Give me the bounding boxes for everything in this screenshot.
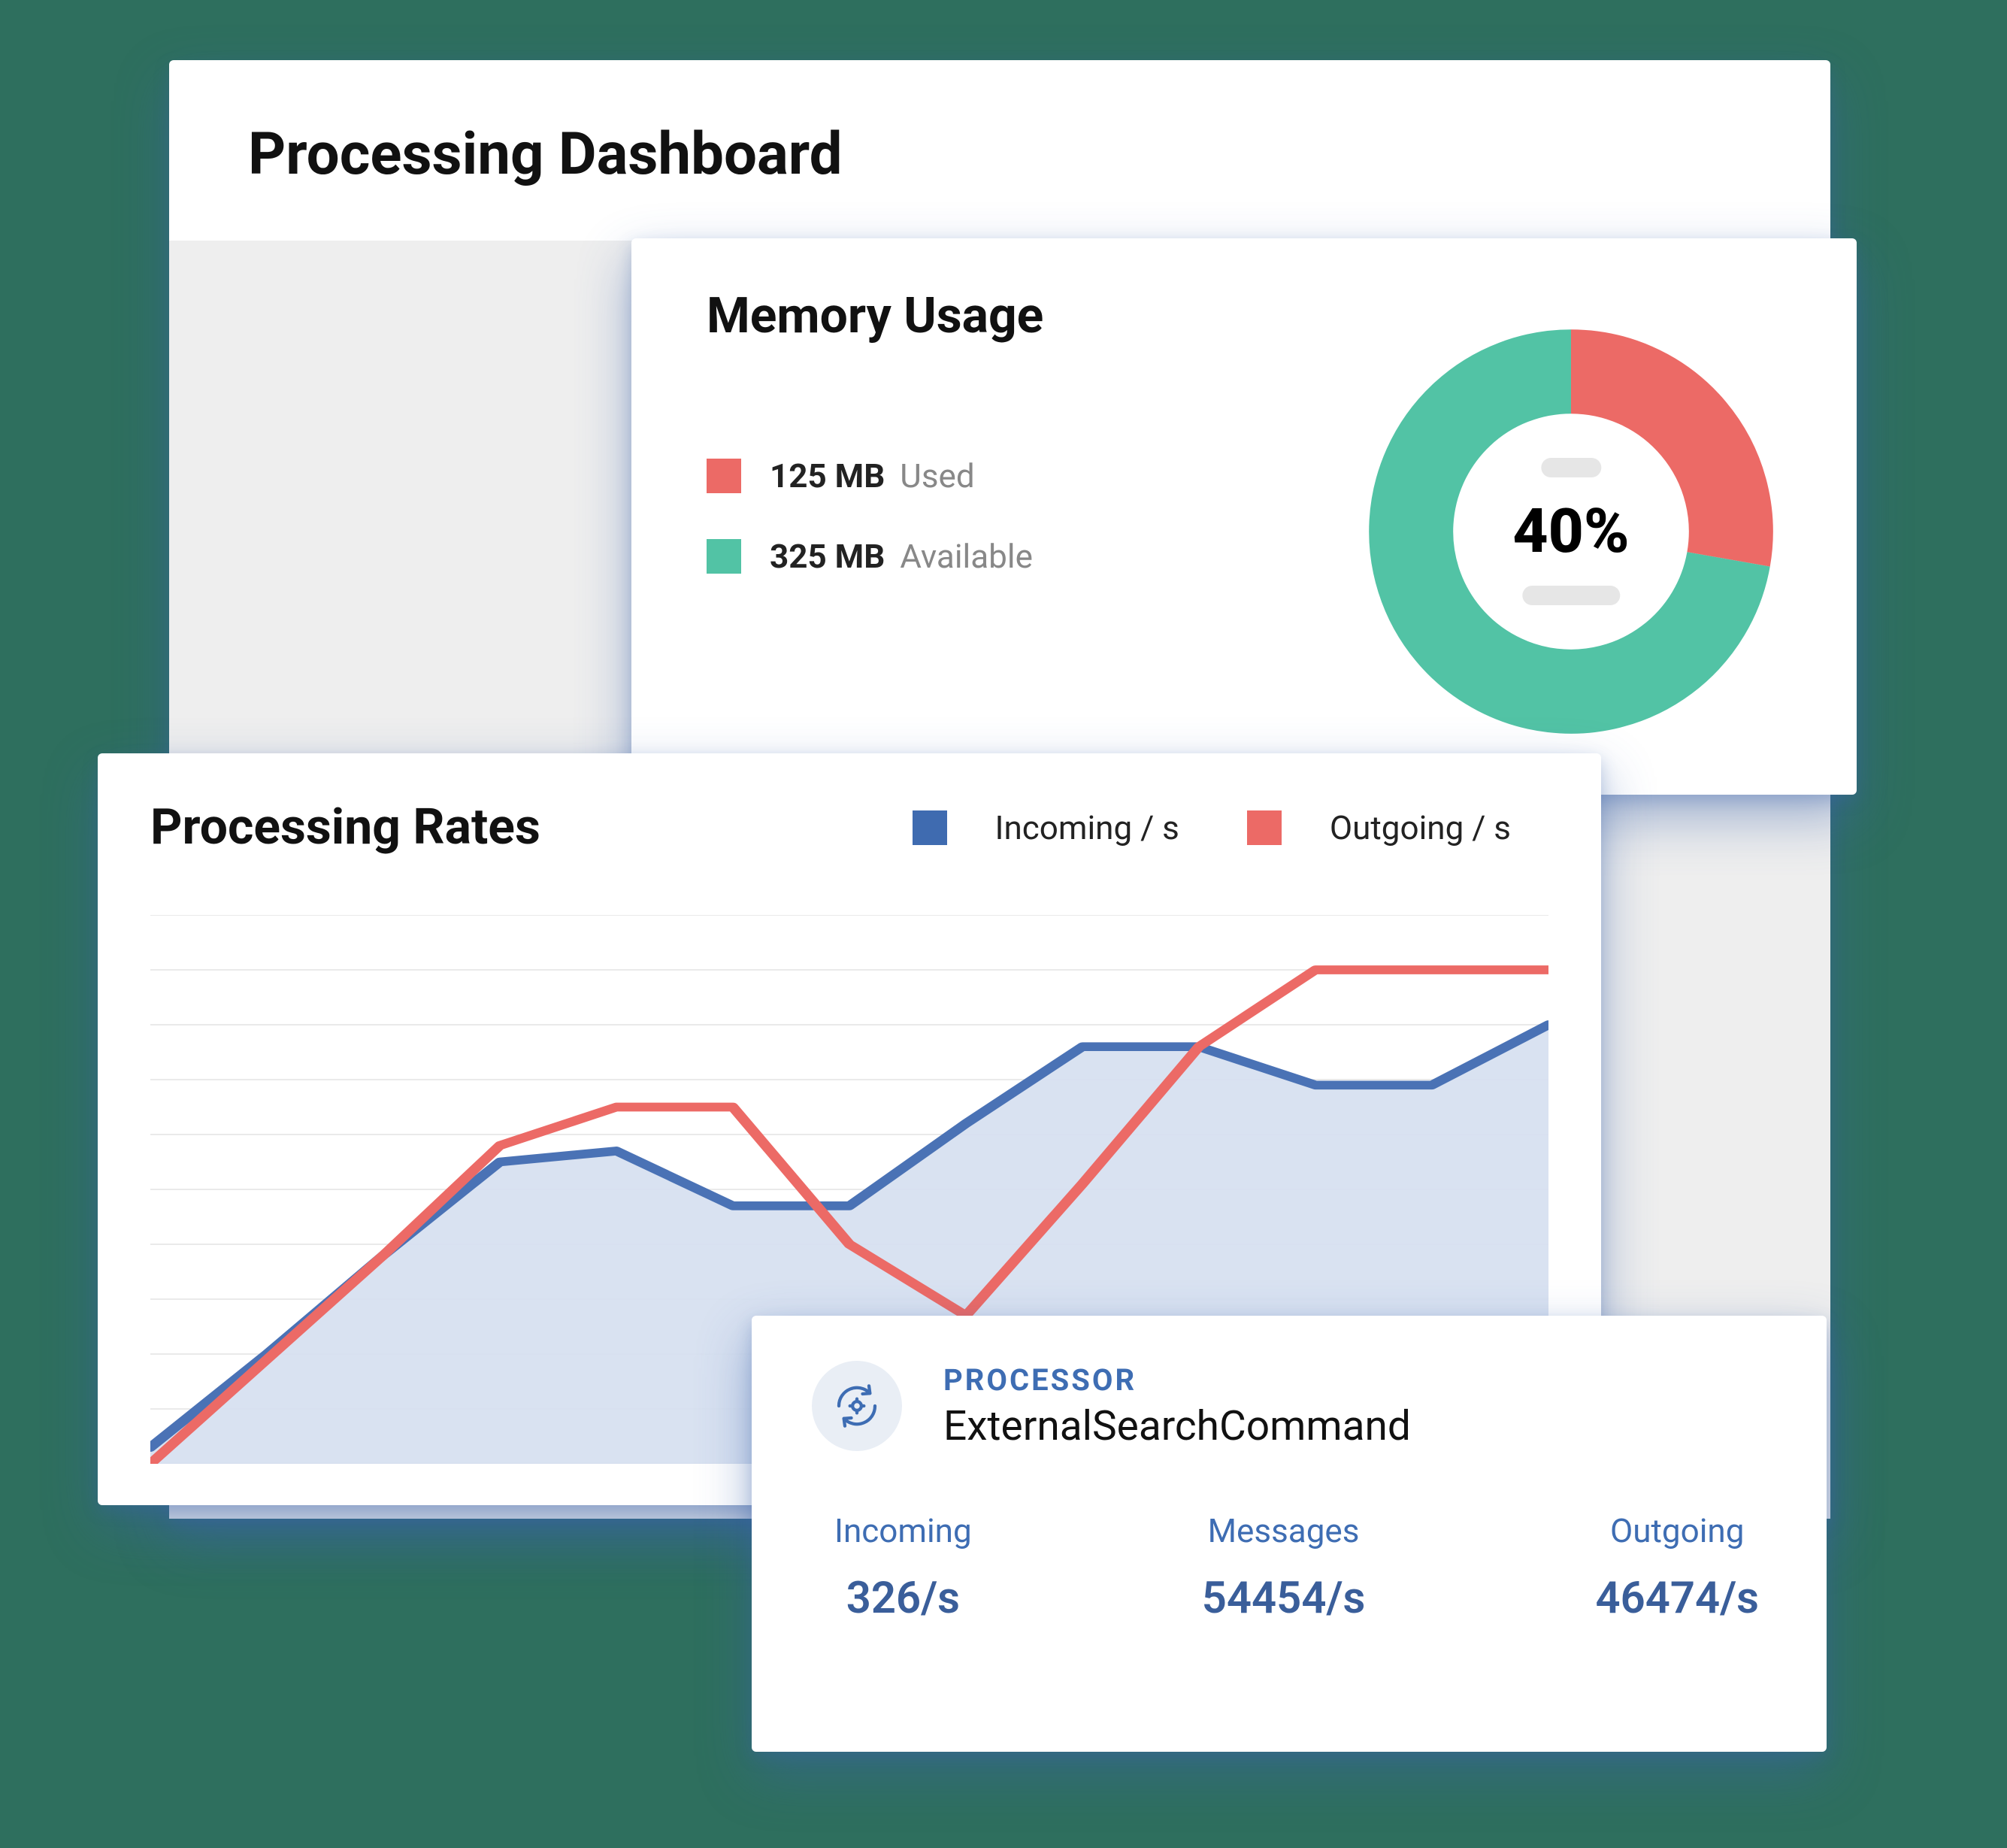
processor-heading: PROCESSOR xyxy=(943,1362,1411,1398)
stat-incoming: Incoming 326/s xyxy=(834,1511,972,1624)
placeholder-bar-icon xyxy=(1541,458,1601,477)
memory-legend-available: 325 MB Available xyxy=(707,537,1033,576)
swatch-incoming-icon xyxy=(913,810,947,845)
memory-available-value: 325 MB xyxy=(770,537,885,576)
processor-stats: Incoming 326/s Messages 54454/s Outgoing… xyxy=(812,1511,1766,1624)
memory-used-label: Used xyxy=(900,456,974,495)
swatch-outgoing-icon xyxy=(1247,810,1282,845)
legend-incoming: Incoming / s xyxy=(913,808,1179,847)
memory-usage-card: Memory Usage 125 MB Used 325 MB Availabl… xyxy=(631,238,1857,795)
legend-outgoing: Outgoing / s xyxy=(1247,808,1511,847)
memory-used-value: 125 MB xyxy=(770,456,885,495)
stat-messages-value: 54454/s xyxy=(1202,1573,1366,1624)
placeholder-bar-icon xyxy=(1522,586,1620,605)
processor-cycle-icon xyxy=(812,1361,902,1451)
stat-incoming-label: Incoming xyxy=(834,1511,972,1550)
memory-available-label: Available xyxy=(900,537,1033,576)
swatch-used-icon xyxy=(707,459,741,493)
stat-outgoing-label: Outgoing xyxy=(1595,1511,1759,1550)
memory-percent: 40% xyxy=(1512,495,1629,568)
stat-messages: Messages 54454/s xyxy=(1202,1511,1366,1624)
memory-donut-chart: 40% xyxy=(1361,321,1781,742)
rates-legend: Incoming / s Outgoing / s xyxy=(913,808,1512,847)
legend-outgoing-label: Outgoing / s xyxy=(1330,808,1511,847)
memory-usage-title: Memory Usage xyxy=(707,287,1043,345)
processor-name: ExternalSearchCommand xyxy=(943,1402,1411,1450)
stat-outgoing: Outgoing 46474/s xyxy=(1595,1511,1759,1624)
processor-card: PROCESSOR ExternalSearchCommand Incoming… xyxy=(752,1316,1827,1752)
memory-legend: 125 MB Used 325 MB Available xyxy=(707,456,1033,617)
dashboard-title: Processing Dashboard xyxy=(248,120,842,189)
stat-outgoing-value: 46474/s xyxy=(1595,1573,1759,1624)
swatch-available-icon xyxy=(707,539,741,574)
donut-center: 40% xyxy=(1512,458,1629,605)
processor-header: PROCESSOR ExternalSearchCommand xyxy=(812,1361,1766,1451)
legend-incoming-label: Incoming / s xyxy=(995,808,1179,847)
stat-incoming-value: 326/s xyxy=(834,1573,972,1624)
stat-messages-label: Messages xyxy=(1202,1511,1366,1550)
processing-rates-title: Processing Rates xyxy=(150,798,540,856)
memory-legend-used: 125 MB Used xyxy=(707,456,1033,495)
